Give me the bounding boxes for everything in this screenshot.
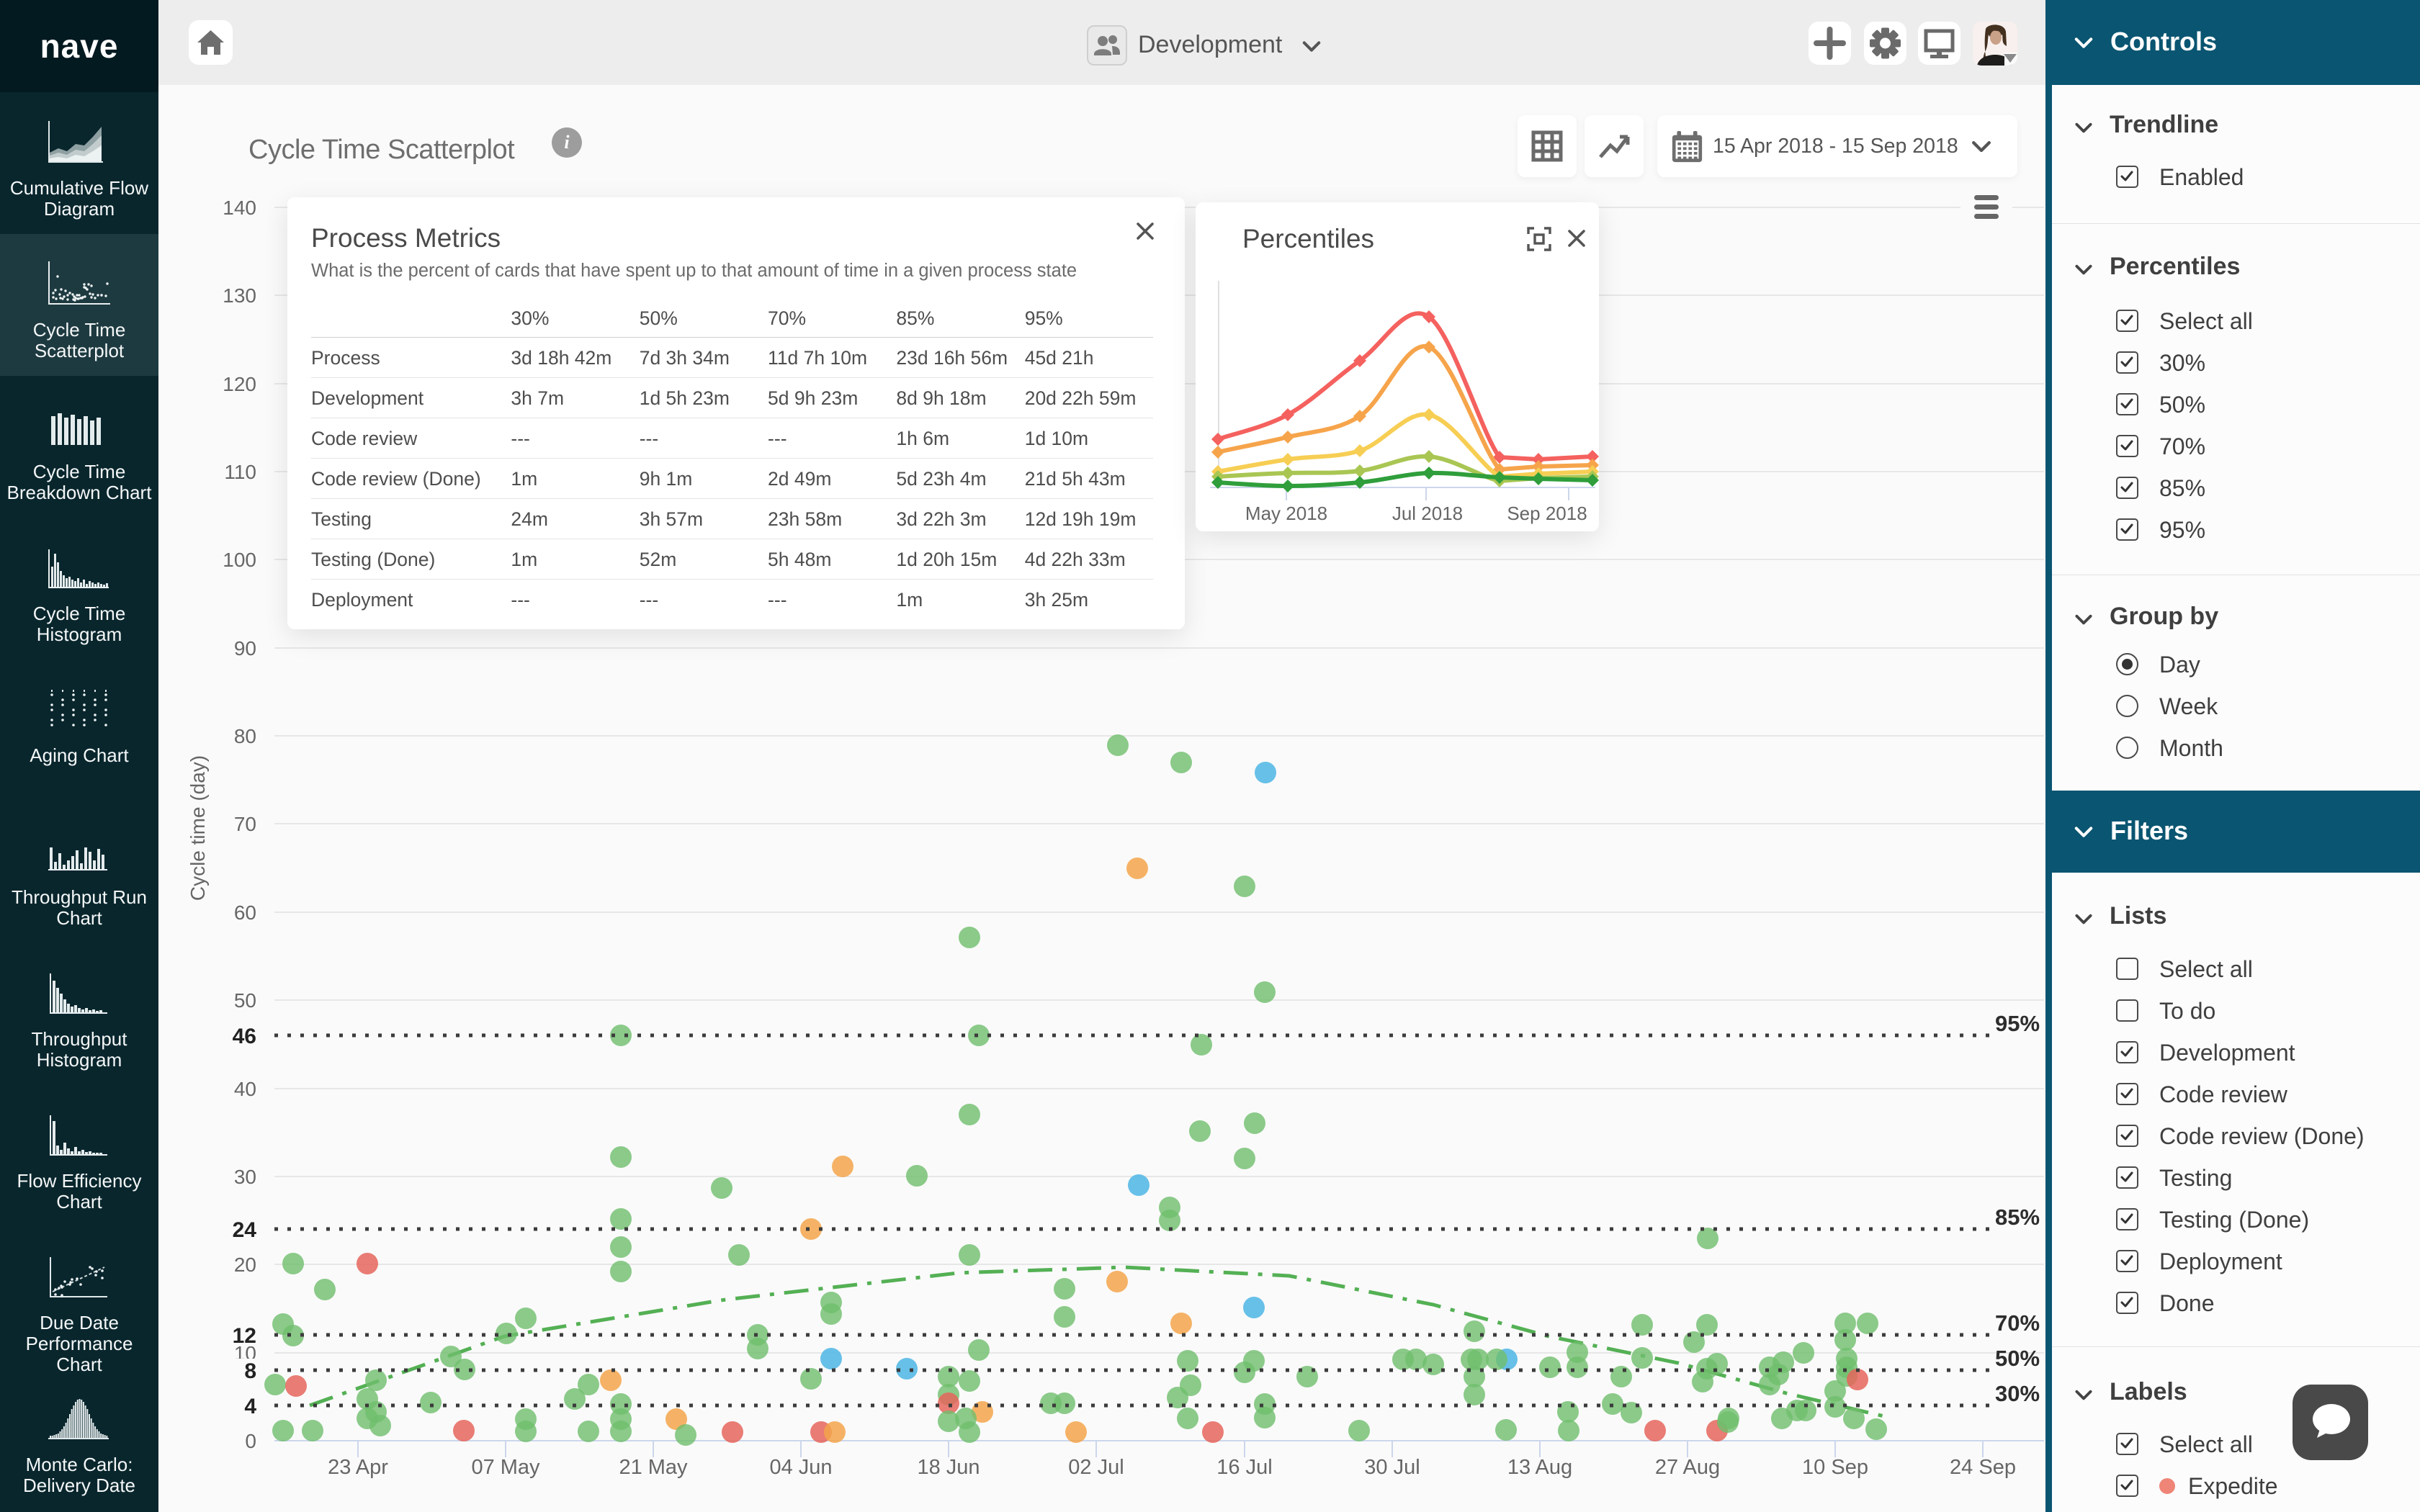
svg-text:May 2018: May 2018: [1245, 503, 1327, 524]
svg-text:Sep 2018: Sep 2018: [1507, 503, 1587, 524]
svg-text:07 May: 07 May: [471, 1456, 540, 1479]
svg-text:140: 140: [223, 197, 256, 219]
svg-text:12: 12: [233, 1324, 256, 1348]
svg-text:50%: 50%: [1995, 1346, 2040, 1371]
svg-text:60: 60: [234, 901, 256, 924]
svg-text:0: 0: [245, 1430, 256, 1452]
svg-text:4: 4: [244, 1395, 256, 1418]
svg-text:90: 90: [234, 637, 256, 660]
svg-text:27 Aug: 27 Aug: [1655, 1456, 1720, 1479]
svg-text:50: 50: [234, 989, 256, 1012]
svg-text:8: 8: [244, 1359, 256, 1383]
svg-text:18 Jun: 18 Jun: [917, 1456, 980, 1479]
svg-text:02 Jul: 02 Jul: [1068, 1456, 1124, 1479]
svg-text:30: 30: [234, 1166, 256, 1188]
svg-text:40: 40: [234, 1078, 256, 1100]
svg-text:13 Aug: 13 Aug: [1507, 1456, 1572, 1479]
svg-text:46: 46: [233, 1025, 256, 1048]
svg-text:23 Apr: 23 Apr: [328, 1456, 388, 1479]
svg-text:04 Jun: 04 Jun: [769, 1456, 832, 1479]
svg-text:24: 24: [233, 1218, 257, 1242]
svg-text:Jul 2018: Jul 2018: [1392, 503, 1463, 524]
svg-text:10 Sep: 10 Sep: [1802, 1456, 1868, 1479]
svg-text:100: 100: [223, 549, 256, 571]
svg-text:24 Sep: 24 Sep: [1950, 1456, 2016, 1479]
svg-text:21 May: 21 May: [619, 1456, 688, 1479]
svg-text:Cycle time (day): Cycle time (day): [187, 755, 209, 901]
svg-text:30 Jul: 30 Jul: [1364, 1456, 1420, 1479]
svg-text:95%: 95%: [1995, 1011, 2040, 1036]
svg-text:85%: 85%: [1995, 1205, 2040, 1230]
svg-text:30%: 30%: [1995, 1381, 2040, 1406]
svg-text:70: 70: [234, 813, 256, 835]
svg-text:130: 130: [223, 284, 256, 307]
svg-text:16 Jul: 16 Jul: [1216, 1456, 1272, 1479]
svg-text:120: 120: [223, 373, 256, 395]
svg-text:80: 80: [234, 725, 256, 747]
svg-text:20: 20: [234, 1254, 256, 1276]
svg-text:70%: 70%: [1995, 1310, 2040, 1336]
svg-text:110: 110: [224, 461, 256, 483]
